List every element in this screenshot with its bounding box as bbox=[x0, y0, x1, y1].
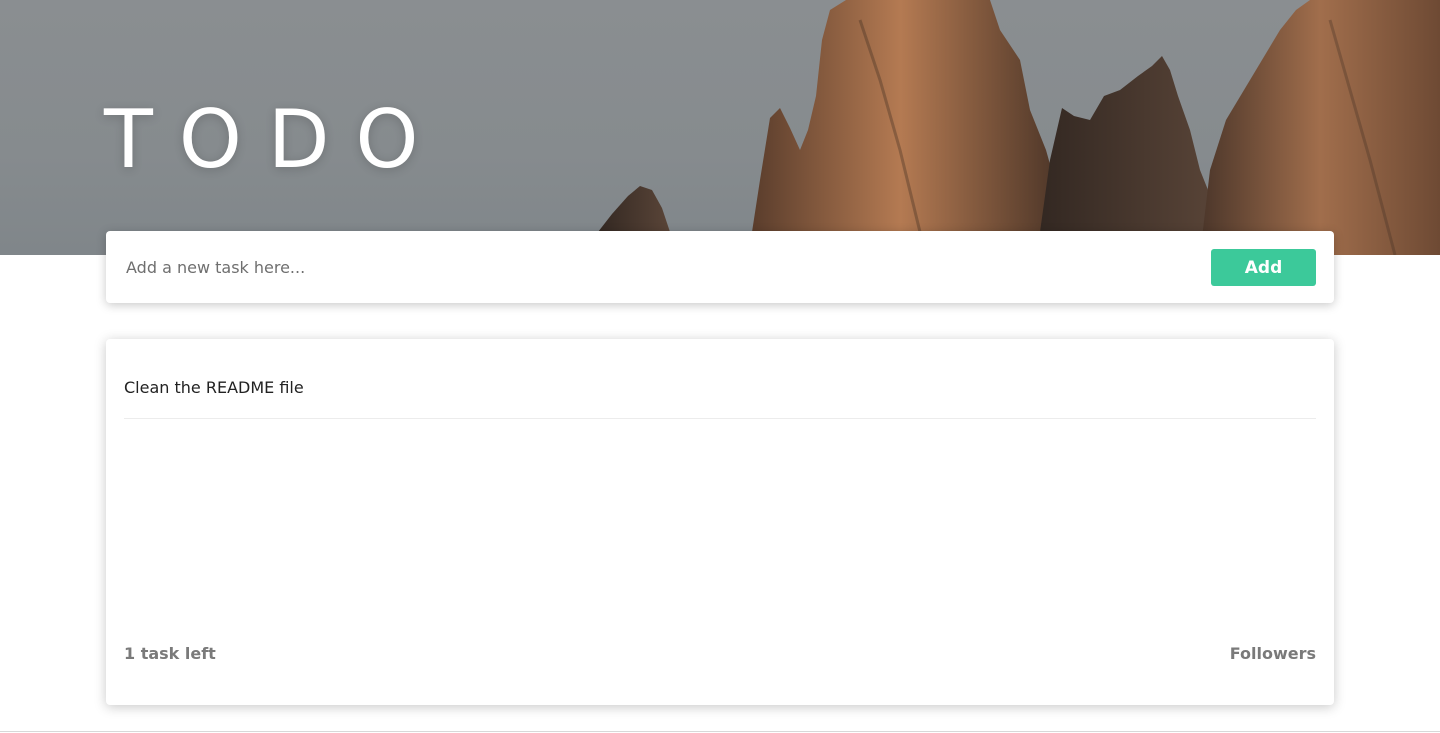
page-title: TODO bbox=[104, 93, 445, 186]
task-list-card: Clean the README file 1 task left Follow… bbox=[106, 339, 1334, 705]
tasks-left-count: 1 task left bbox=[124, 644, 216, 663]
header-banner: TODO bbox=[0, 0, 1440, 255]
bottom-divider bbox=[0, 731, 1440, 732]
add-task-form: Add bbox=[106, 231, 1334, 303]
new-task-input[interactable] bbox=[106, 231, 1196, 303]
task-text: Clean the README file bbox=[124, 378, 304, 397]
todo-app: TODO Add Clean the README file 1 task le… bbox=[0, 0, 1440, 733]
task-item[interactable]: Clean the README file bbox=[124, 357, 1316, 419]
add-button[interactable]: Add bbox=[1211, 249, 1316, 286]
followers-link[interactable]: Followers bbox=[1230, 644, 1316, 663]
